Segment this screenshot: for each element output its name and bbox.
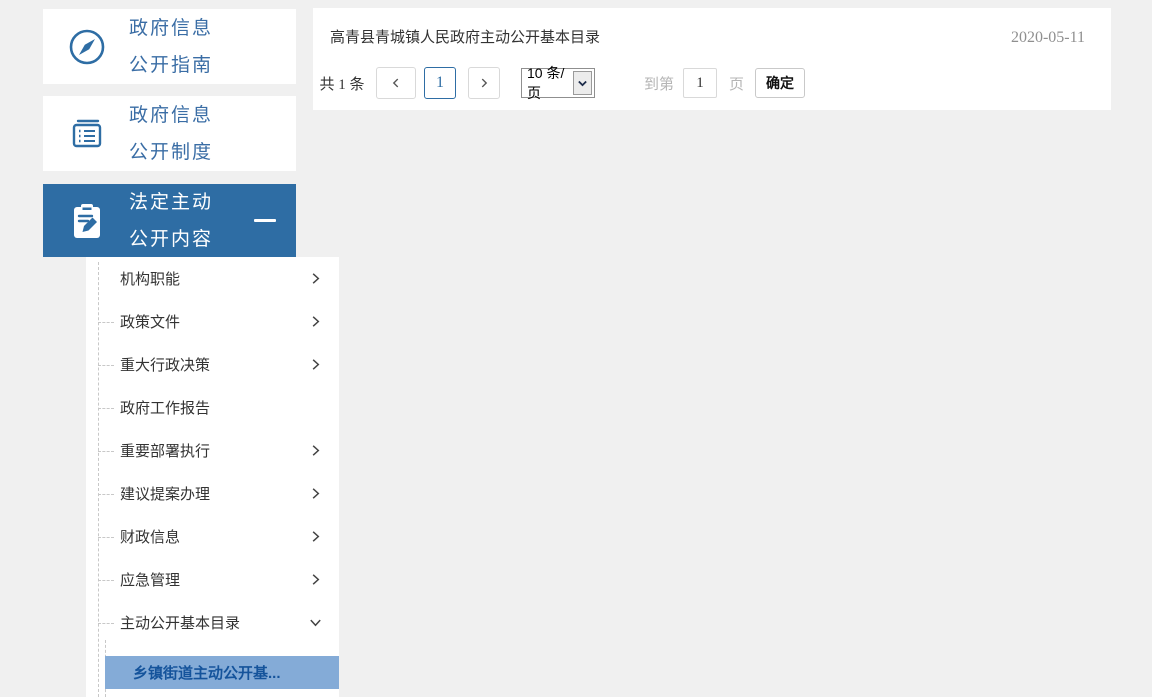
goto-page-prefix-label: 到第 xyxy=(644,75,675,93)
tree-item-label: 重大行政决策 xyxy=(120,357,211,374)
tree-item-label: 建议提案办理 xyxy=(120,486,211,503)
chevron-right-icon xyxy=(308,314,323,329)
document-date: 2020-05-11 xyxy=(1010,29,1085,46)
chevron-right-icon xyxy=(308,572,323,587)
confirm-button[interactable]: 确定 xyxy=(755,68,806,98)
pagination: 共 1 条 1 10 条/页 到第 页 确定 xyxy=(313,65,1111,101)
document-link[interactable]: 高青县青城镇人民政府主动公开基本目录 xyxy=(330,26,600,47)
tree-item-label: 应急管理 xyxy=(120,572,181,589)
sidebar-item-label: 法定主动 公开内容 xyxy=(129,191,214,250)
tree-item-label: 财政信息 xyxy=(120,529,181,546)
goto-page-input[interactable] xyxy=(683,68,718,98)
tree-item-policies[interactable]: 政策文件 xyxy=(86,300,339,343)
chevron-right-icon xyxy=(308,271,323,286)
sidebar-item-label: 政府信息 公开指南 xyxy=(129,17,214,76)
chevron-left-icon xyxy=(389,76,403,90)
chevron-right-icon xyxy=(308,486,323,501)
tree-item-label: 主动公开基本目录 xyxy=(120,615,241,632)
page-size-value: 10 条/页 xyxy=(527,65,565,101)
chevron-right-icon xyxy=(308,443,323,458)
chevron-right-icon xyxy=(477,76,491,90)
minus-icon[interactable] xyxy=(254,219,276,222)
sidebar-submenu: 机构职能 政策文件 重大行政决策 政府工作报告 重要部署执行 建议提案办理 财政… xyxy=(86,257,339,697)
tree-item-label: 政策文件 xyxy=(120,314,181,331)
tree-item-proposals[interactable]: 建议提案办理 xyxy=(86,472,339,515)
list-item: 高青县青城镇人民政府主动公开基本目录 2020-05-11 xyxy=(313,8,1111,47)
tree-item-deployment[interactable]: 重要部署执行 xyxy=(86,429,339,472)
chevron-right-icon xyxy=(308,357,323,372)
chevron-down-icon xyxy=(308,615,323,630)
tree-item-label: 乡镇街道主动公开基... xyxy=(133,665,281,682)
chevron-down-icon xyxy=(572,71,592,95)
tree-item-label: 机构职能 xyxy=(120,271,181,288)
sidebar-item-info-guide[interactable]: 政府信息 公开指南 xyxy=(43,9,296,84)
sidebar-item-legal-disclosure[interactable]: 法定主动 公开内容 xyxy=(43,184,296,257)
tree-item-label: 政府工作报告 xyxy=(120,400,211,417)
goto-page-suffix-label: 页 xyxy=(729,75,745,93)
tree-item-orgs[interactable]: 机构职能 xyxy=(86,257,339,300)
tree-item-township-catalog-active[interactable]: 乡镇街道主动公开基... xyxy=(105,656,339,689)
total-count-label: 共 1 条 xyxy=(319,76,365,93)
next-page-button[interactable] xyxy=(468,67,500,99)
prev-page-button[interactable] xyxy=(376,67,416,99)
content-panel: 高青县青城镇人民政府主动公开基本目录 2020-05-11 共 1 条 1 10… xyxy=(313,8,1111,110)
chevron-right-icon xyxy=(308,529,323,544)
tree-item-basic-catalog[interactable]: 主动公开基本目录 xyxy=(86,601,339,644)
clipboard-pencil-icon xyxy=(65,199,109,243)
tree-item-finance[interactable]: 财政信息 xyxy=(86,515,339,558)
compass-icon xyxy=(65,25,109,69)
sidebar-item-label: 政府信息 公开制度 xyxy=(129,104,214,163)
sidebar-item-info-system[interactable]: 政府信息 公开制度 xyxy=(43,96,296,171)
tree-item-emergency[interactable]: 应急管理 xyxy=(86,558,339,601)
tree-item-label: 重要部署执行 xyxy=(120,443,211,460)
notebook-icon xyxy=(65,112,109,156)
page-size-select[interactable]: 10 条/页 xyxy=(521,65,595,101)
tree-item-major-decisions[interactable]: 重大行政决策 xyxy=(86,343,339,386)
page-1-button[interactable]: 1 xyxy=(424,67,456,99)
tree-item-work-report[interactable]: 政府工作报告 xyxy=(86,386,339,429)
